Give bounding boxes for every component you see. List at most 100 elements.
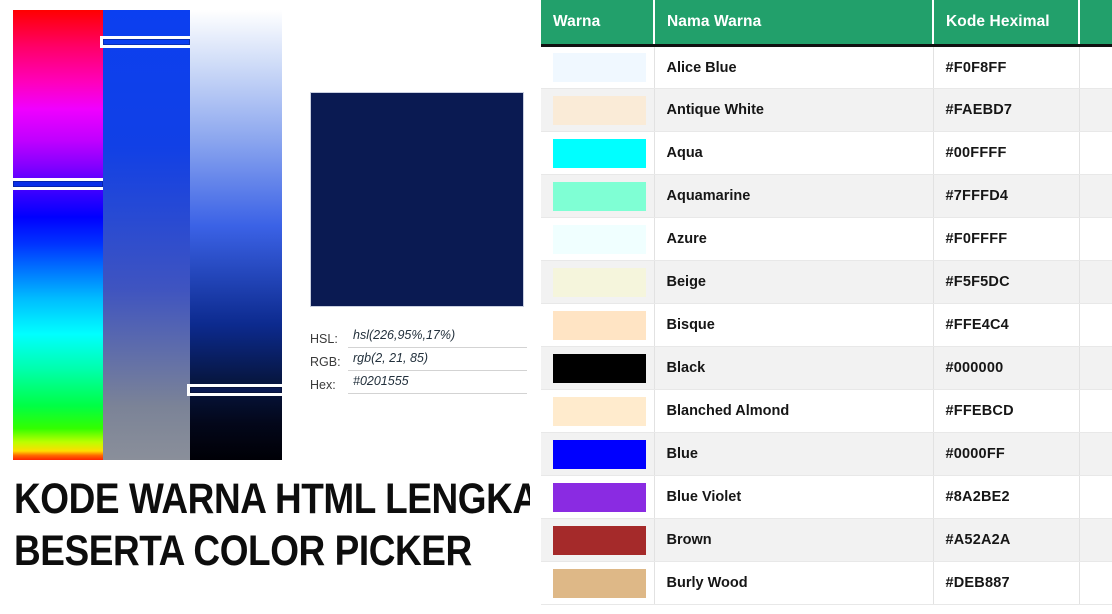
color-extra-cell [1079,346,1112,390]
color-name-cell: Aqua [654,131,934,175]
headline-line-2: BESERTA COLOR PICKER [14,527,472,575]
table-row[interactable]: Brown #A52A2A [541,518,1112,562]
column-header-kode-heximal[interactable]: Kode Heximal [933,0,1080,47]
table-row[interactable]: Aqua #00FFFF [541,131,1112,175]
table-body: Alice Blue #F0F8FF Antique White #FAEBD7 A… [541,45,1112,605]
lightness-gradient-strip[interactable] [187,10,285,460]
color-hex-cell: #F0F8FF [933,45,1080,89]
readout-row-hex: Hex: #0201555 [310,371,527,394]
hue-slider-thumb[interactable] [10,177,106,190]
color-swatch-cell [541,518,655,562]
color-picker-panel: HSL: hsl(226,95%,17%) RGB: rgb(2, 21, 85… [0,0,563,614]
color-reference-table: Warna Nama Warna Kode Heximal Alice Blue… [541,0,1112,605]
saturation-gradient-strip[interactable] [100,10,193,460]
color-hex-cell: #A52A2A [933,518,1080,562]
table-row[interactable]: Bisque #FFE4C4 [541,303,1112,347]
column-header-warna[interactable]: Warna [541,0,655,47]
rgb-label: RGB: [310,355,341,369]
color-swatch-cell [541,88,655,132]
column-header-extra[interactable] [1079,0,1112,47]
color-name-cell: Blue [654,432,934,476]
table-row[interactable]: Azure #F0FFFF [541,217,1112,261]
table-row[interactable]: Blue #0000FF [541,432,1112,476]
color-name-cell: Brown [654,518,934,562]
color-swatch-cell [541,217,655,261]
color-swatch [553,568,646,598]
color-swatch-cell [541,346,655,390]
table-row[interactable]: Beige #F5F5DC [541,260,1112,304]
color-table-panel: Warna Nama Warna Kode Heximal Alice Blue… [530,0,1112,614]
hue-gradient-strip[interactable] [10,10,106,460]
hex-label: Hex: [310,378,336,392]
color-name-cell: Azure [654,217,934,261]
color-hex-cell: #DEB887 [933,561,1080,605]
color-swatch [553,439,646,469]
color-swatch-cell [541,389,655,433]
color-swatch [553,525,646,555]
table-row[interactable]: Blanched Almond #FFEBCD [541,389,1112,433]
color-swatch-cell [541,303,655,347]
saturation-slider-thumb[interactable] [100,36,193,49]
color-swatch [553,482,646,512]
color-name-cell: Bisque [654,303,934,347]
color-extra-cell [1079,45,1112,89]
color-name-cell: Blanched Almond [654,389,934,433]
color-swatch [553,95,646,125]
color-swatch [553,53,646,82]
color-name-cell: Alice Blue [654,45,934,89]
color-hex-cell: #FFE4C4 [933,303,1080,347]
table-row[interactable]: Alice Blue #F0F8FF [541,45,1112,89]
color-picker-strips [10,10,285,460]
color-hex-cell: #0000FF [933,432,1080,476]
color-name-cell: Blue Violet [654,475,934,519]
hsl-label: HSL: [310,332,338,346]
color-hex-cell: #7FFFD4 [933,174,1080,218]
color-swatch [553,353,646,383]
color-extra-cell [1079,518,1112,562]
table-row[interactable]: Burly Wood #DEB887 [541,561,1112,605]
color-name-cell: Burly Wood [654,561,934,605]
column-header-nama-warna[interactable]: Nama Warna [654,0,934,47]
color-name-cell: Antique White [654,88,934,132]
color-hex-cell: #FFEBCD [933,389,1080,433]
page-headline: KODE WARNA HTML LENGKAP BESERTA COLOR PI… [14,473,563,577]
hex-value[interactable]: #0201555 [348,373,527,394]
color-swatch-cell [541,131,655,175]
color-extra-cell [1079,174,1112,218]
color-hex-cell: #8A2BE2 [933,475,1080,519]
color-swatch [553,181,646,211]
color-name-cell: Black [654,346,934,390]
color-swatch-cell [541,432,655,476]
color-swatch [553,267,646,297]
color-extra-cell [1079,475,1112,519]
hsl-value[interactable]: hsl(226,95%,17%) [348,327,527,348]
color-swatch [553,310,646,340]
color-swatch-cell [541,561,655,605]
color-extra-cell [1079,432,1112,476]
color-value-readouts: HSL: hsl(226,95%,17%) RGB: rgb(2, 21, 85… [310,325,527,394]
color-extra-cell [1079,131,1112,175]
color-hex-cell: #F0FFFF [933,217,1080,261]
color-swatch-cell [541,260,655,304]
readout-row-hsl: HSL: hsl(226,95%,17%) [310,325,527,348]
table-row[interactable]: Black #000000 [541,346,1112,390]
color-extra-cell [1079,389,1112,433]
rgb-value[interactable]: rgb(2, 21, 85) [348,350,527,371]
color-swatch-cell [541,475,655,519]
color-name-cell: Beige [654,260,934,304]
color-hex-cell: #000000 [933,346,1080,390]
color-swatch-cell [541,174,655,218]
color-extra-cell [1079,88,1112,132]
color-hex-cell: #F5F5DC [933,260,1080,304]
color-swatch-cell [541,45,655,89]
color-extra-cell [1079,303,1112,347]
table-row[interactable]: Antique White #FAEBD7 [541,88,1112,132]
color-hex-cell: #FAEBD7 [933,88,1080,132]
color-swatch [553,138,646,168]
table-row[interactable]: Blue Violet #8A2BE2 [541,475,1112,519]
lightness-slider-thumb[interactable] [187,383,285,396]
table-header-row: Warna Nama Warna Kode Heximal [541,0,1112,47]
table-head: Warna Nama Warna Kode Heximal [541,0,1112,47]
color-swatch [553,224,646,254]
table-row[interactable]: Aquamarine #7FFFD4 [541,174,1112,218]
